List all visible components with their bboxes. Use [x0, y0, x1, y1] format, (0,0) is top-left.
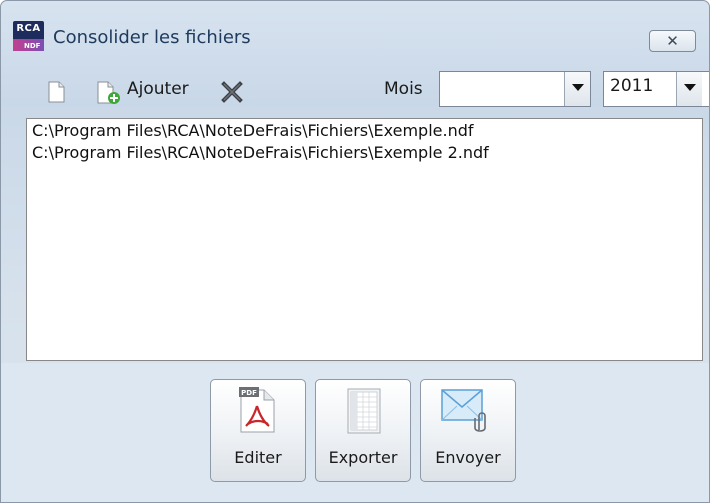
list-item[interactable]: C:\Program Files\RCA\NoteDeFrais\Fichier…: [32, 143, 489, 162]
export-button-label: Exporter: [328, 448, 398, 467]
window-title: Consolider les fichiers: [53, 27, 251, 48]
app-logo-text: RCA: [16, 23, 41, 34]
month-dropdown-arrow-icon[interactable]: [564, 72, 590, 106]
edit-button-label: Editer: [234, 448, 282, 467]
year-dropdown-arrow-icon[interactable]: [676, 72, 702, 106]
month-label: Mois: [384, 79, 423, 99]
envelope-icon: [441, 389, 486, 432]
spreadsheet-icon: [347, 388, 381, 434]
export-button[interactable]: Exporter: [315, 379, 411, 482]
add-button-label[interactable]: Ajouter: [127, 79, 189, 99]
edit-button[interactable]: PDF Editer: [210, 379, 306, 482]
send-button-label: Envoyer: [435, 448, 501, 467]
app-logo-subtext: NDF: [24, 42, 41, 50]
send-button[interactable]: Envoyer: [420, 379, 516, 482]
pdf-icon: PDF: [239, 387, 275, 433]
dialog-window: RCA NDF Consolider les fichiers ✕ Ajoute…: [0, 0, 710, 503]
delete-x-icon[interactable]: [221, 81, 243, 103]
close-icon: ✕: [666, 32, 679, 50]
year-dropdown[interactable]: 2011: [603, 71, 709, 107]
title-bar: RCA NDF Consolider les fichiers ✕: [1, 1, 709, 57]
file-list[interactable]: C:\Program Files\RCA\NoteDeFrais\Fichier…: [26, 118, 703, 361]
year-value: 2011: [610, 76, 654, 96]
add-file-icon[interactable]: [96, 81, 122, 105]
new-document-icon[interactable]: [48, 81, 65, 103]
month-dropdown[interactable]: [439, 71, 591, 107]
app-logo-icon: RCA NDF: [13, 21, 44, 51]
list-item[interactable]: C:\Program Files\RCA\NoteDeFrais\Fichier…: [32, 121, 474, 140]
close-button[interactable]: ✕: [649, 30, 696, 52]
pdf-icon-text: PDF: [241, 389, 257, 397]
